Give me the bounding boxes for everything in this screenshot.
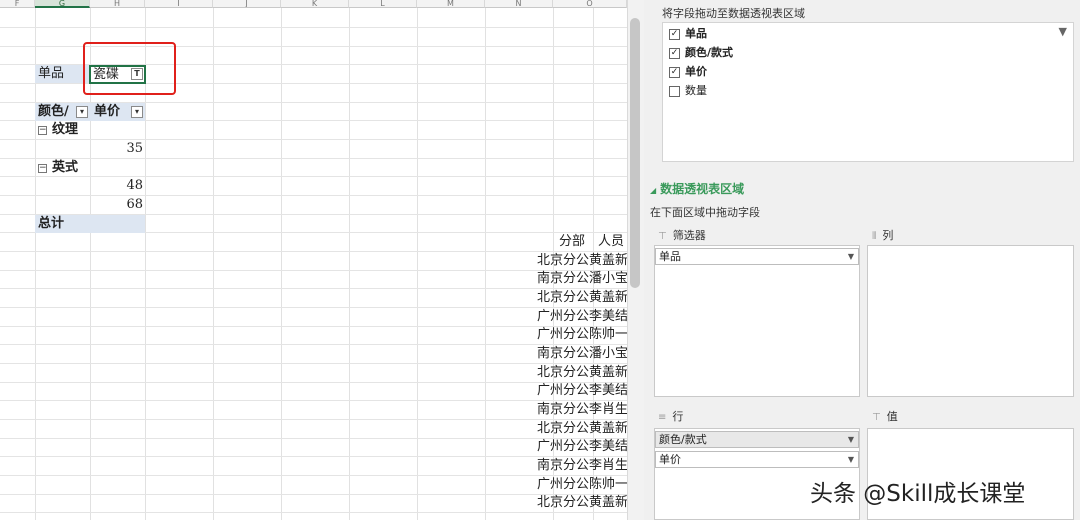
grid-line xyxy=(0,326,627,327)
grid-line xyxy=(485,8,486,520)
pivot-value: 68 xyxy=(126,197,143,212)
pivot-value: 48 xyxy=(126,178,143,193)
pivot-value: 35 xyxy=(126,141,143,156)
columns-area-icon: ⦀ xyxy=(872,231,877,242)
areas-section-title[interactable]: ◢ 数据透视表区域 xyxy=(650,180,744,197)
rows-area-icon: ≡ xyxy=(658,412,667,423)
grid-line xyxy=(213,8,214,520)
column-header-k[interactable]: K xyxy=(281,0,349,8)
red-highlight-box xyxy=(83,42,176,95)
filters-drop-zone[interactable]: 单品 ▼ xyxy=(654,245,860,397)
column-header-g[interactable]: G xyxy=(35,0,90,8)
scrollbar-thumb[interactable] xyxy=(630,18,640,288)
collapse-icon[interactable]: − xyxy=(38,126,47,135)
pivot-header-price: 单价 xyxy=(94,104,121,119)
grid-line xyxy=(0,400,627,401)
values-area-icon: ⊤ xyxy=(872,412,881,423)
side-table-row: 北京分公黄盖新 xyxy=(537,253,627,268)
field-list-title: 将字段拖动至数据透视表区域 xyxy=(662,7,805,20)
pivot-total-label: 总计 xyxy=(38,216,65,231)
side-table-row: 南京分公李肖生 xyxy=(537,458,627,473)
rows-field-chip[interactable]: 颜色/款式 ▼ xyxy=(655,431,859,448)
grid-line xyxy=(0,288,627,289)
price-filter-dropdown-icon[interactable]: ▾ xyxy=(131,106,143,118)
filter-field-label: 单品 xyxy=(38,66,65,81)
side-table-row: 广州分公陈帅一 xyxy=(537,327,627,342)
field-list-box: ▼ ✓ 单品 ✓ 颜色/款式 ✓ 单价 数量 xyxy=(662,22,1074,162)
pivot-field-panel: 将字段拖动至数据透视表区域 ▼ ✓ 单品 ✓ 颜色/款式 ✓ 单价 数量 ◢ 数据透视表… xyxy=(644,0,1080,520)
watermark: 头条 @Skill成长课堂 xyxy=(810,481,1026,507)
column-header-o[interactable]: O xyxy=(553,0,627,8)
grid-line xyxy=(35,8,36,520)
collapse-triangle-icon: ◢ xyxy=(650,186,657,195)
grid-line xyxy=(349,8,350,520)
side-table-row: 北京分公黄盖新 xyxy=(537,421,627,436)
areas-hint: 在下面区域中拖动字段 xyxy=(650,206,760,219)
filters-field-chip[interactable]: 单品 ▼ xyxy=(655,248,859,265)
side-table-row: 北京分公黄盖新 xyxy=(537,290,627,305)
grid-line xyxy=(417,8,418,520)
field-item-color-style[interactable]: ✓ 颜色/款式 xyxy=(669,44,733,62)
grid-line xyxy=(0,494,627,495)
filter-icon[interactable]: ▼ xyxy=(1059,25,1067,38)
row-filter-dropdown-icon[interactable]: ▾ xyxy=(76,106,88,118)
grid-line xyxy=(0,344,627,345)
column-header-l[interactable]: L xyxy=(349,0,417,8)
pivot-header-color: 颜色/ xyxy=(38,104,69,119)
column-header-n[interactable]: N xyxy=(485,0,553,8)
column-header-m[interactable]: M xyxy=(417,0,485,8)
grid-line xyxy=(0,382,627,383)
checkbox-checked-icon[interactable]: ✓ xyxy=(669,47,680,59)
grid-line xyxy=(0,270,627,271)
collapse-icon[interactable]: − xyxy=(38,164,47,173)
side-table-header: 人员 xyxy=(598,234,625,249)
side-table-row: 广州分公陈帅一 xyxy=(537,477,627,492)
grid-line xyxy=(0,475,627,476)
grid-line xyxy=(0,158,627,159)
spreadsheet-grid[interactable]: F G H I J K L M N O 单品 瓷碟 T 颜色/ ▾ 单价 ▾ −… xyxy=(0,0,627,520)
grid-line xyxy=(0,251,627,252)
column-header-h[interactable]: H xyxy=(90,0,145,8)
side-table-row: 南京分公李肖生 xyxy=(537,402,627,417)
filter-area-icon: ⊤ xyxy=(658,231,667,242)
grid-line xyxy=(0,363,627,364)
column-header-f[interactable]: F xyxy=(0,0,35,8)
rows-area-label: ≡ 行 xyxy=(658,410,684,423)
filters-area-label: ⊤ 筛选器 xyxy=(658,229,706,242)
grid-line xyxy=(0,419,627,420)
grid-line xyxy=(0,456,627,457)
grid-line xyxy=(0,512,627,513)
chevron-down-icon[interactable]: ▼ xyxy=(848,249,854,264)
field-item-product[interactable]: ✓ 单品 xyxy=(669,25,707,43)
field-item-price[interactable]: ✓ 单价 xyxy=(669,63,707,81)
grid-line xyxy=(0,438,627,439)
checkbox-checked-icon[interactable]: ✓ xyxy=(669,28,680,40)
chevron-down-icon[interactable]: ▼ xyxy=(848,432,854,447)
side-table-row: 广州分公李美结 xyxy=(537,439,627,454)
pivot-group-label: 纹理 xyxy=(52,122,79,137)
side-table-row: 南京分公潘小宝 xyxy=(537,346,627,361)
grid-line xyxy=(0,307,627,308)
grid-line xyxy=(281,8,282,520)
side-table-row: 北京分公黄盖新 xyxy=(537,365,627,380)
pivot-group-label: 英式 xyxy=(52,160,79,175)
side-table-row: 北京分公黄盖新 xyxy=(537,495,627,510)
rows-field-chip[interactable]: 单价 ▼ xyxy=(655,451,859,468)
side-table-row: 南京分公潘小宝 xyxy=(537,271,627,286)
column-header-i[interactable]: I xyxy=(145,0,213,8)
checkbox-unchecked-icon[interactable] xyxy=(669,85,680,97)
side-table-row: 广州分公李美结 xyxy=(537,383,627,398)
field-item-quantity[interactable]: 数量 xyxy=(669,82,707,100)
side-table-row: 广州分公李美结 xyxy=(537,309,627,324)
columns-drop-zone[interactable] xyxy=(867,245,1074,397)
checkbox-checked-icon[interactable]: ✓ xyxy=(669,66,680,78)
side-table-header: 分部 xyxy=(559,234,586,249)
column-header-j[interactable]: J xyxy=(213,0,281,8)
grid-line xyxy=(0,27,627,28)
values-area-label: ⊤ 值 xyxy=(872,410,898,423)
chevron-down-icon[interactable]: ▼ xyxy=(848,452,854,467)
columns-area-label: ⦀ 列 xyxy=(872,229,894,242)
